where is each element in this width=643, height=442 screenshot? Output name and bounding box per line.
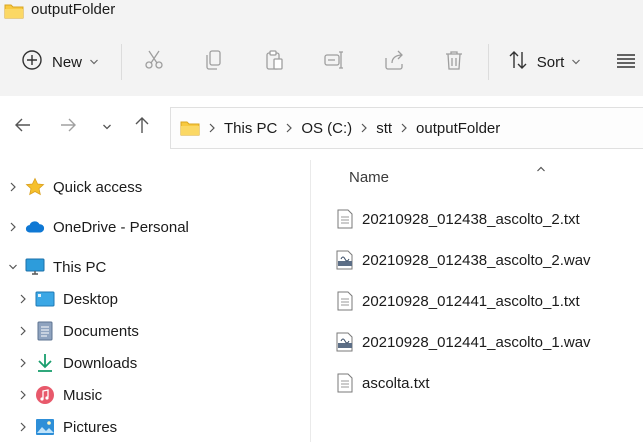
breadcrumb-chevron-icon <box>286 123 293 133</box>
arrow-right-icon <box>59 117 77 138</box>
toolbar-separator <box>488 44 489 80</box>
new-button[interactable]: New <box>14 46 106 78</box>
sidebar-item-onedrive[interactable]: OneDrive - Personal <box>5 213 189 241</box>
file-name: 20210928_012441_ascolto_1.wav <box>362 333 591 351</box>
address-bar[interactable]: This PC OS (C:) stt outputFolder <box>170 107 643 149</box>
sidebar-item-label: Music <box>63 386 103 404</box>
sidebar-item-label: Pictures <box>63 418 118 436</box>
recent-locations-button[interactable] <box>92 112 122 142</box>
star-icon <box>25 177 45 197</box>
view-button[interactable] <box>612 46 640 78</box>
file-item[interactable]: 20210928_012441_ascolto_1.txt <box>335 288 580 314</box>
sidebar-item-label: Documents <box>63 322 139 340</box>
download-icon <box>35 353 55 373</box>
trash-icon <box>443 49 465 76</box>
file-name: 20210928_012441_ascolto_1.txt <box>362 292 580 310</box>
sidebar-item-downloads[interactable]: Downloads <box>15 349 137 377</box>
new-button-label: New <box>51 53 82 71</box>
cloud-icon <box>25 217 45 237</box>
chevron-down-icon <box>571 53 581 71</box>
pictures-icon <box>35 417 55 437</box>
paste-button[interactable] <box>258 46 290 78</box>
forward-button[interactable] <box>53 112 83 142</box>
sidebar-item-pictures[interactable]: Pictures <box>15 413 117 441</box>
breadcrumb-chevron-icon <box>361 123 368 133</box>
chevron-down-icon[interactable] <box>5 263 21 271</box>
sidebar-item-label: This PC <box>53 258 107 276</box>
breadcrumb-stt[interactable]: stt <box>376 120 392 137</box>
list-view-icon <box>615 49 637 76</box>
arrow-left-icon <box>14 117 32 138</box>
title-bar: outputFolder <box>0 0 643 26</box>
file-item[interactable]: 20210928_012438_ascolto_2.wav <box>335 247 591 273</box>
chevron-right-icon[interactable] <box>5 222 21 232</box>
audio-file-icon <box>335 249 355 271</box>
back-button[interactable] <box>8 112 38 142</box>
sort-button-label: Sort <box>536 53 565 71</box>
breadcrumb-drive[interactable]: OS (C:) <box>301 120 352 137</box>
sidebar-item-desktop[interactable]: Desktop <box>15 285 118 313</box>
sidebar-item-documents[interactable]: Documents <box>15 317 139 345</box>
breadcrumb-chevron-icon <box>209 123 215 133</box>
command-bar: New Sort <box>0 26 643 96</box>
chevron-right-icon[interactable] <box>15 358 31 368</box>
sidebar-item-this-pc[interactable]: This PC <box>5 253 106 281</box>
sort-button[interactable]: Sort <box>504 46 584 78</box>
delete-button[interactable] <box>438 46 470 78</box>
navigation-pane: Quick access OneDrive - Personal This PC… <box>0 160 310 442</box>
breadcrumb-chevron-icon <box>401 123 407 133</box>
sidebar-item-label: OneDrive - Personal <box>53 218 189 236</box>
folder-icon <box>180 119 200 137</box>
breadcrumb-output-folder[interactable]: outputFolder <box>416 120 500 137</box>
share-button[interactable] <box>378 46 410 78</box>
sort-icon <box>507 49 529 76</box>
sidebar-item-quick-access[interactable]: Quick access <box>5 173 142 201</box>
file-name: ascolta.txt <box>362 374 430 392</box>
scissors-icon <box>143 49 165 76</box>
chevron-down-icon <box>89 53 99 71</box>
rename-icon <box>323 49 345 76</box>
sidebar-item-label: Quick access <box>53 178 143 196</box>
sidebar-item-label: Desktop <box>63 290 119 308</box>
arrow-up-icon <box>134 116 150 139</box>
folder-icon <box>4 2 24 25</box>
clipboard-icon <box>263 49 285 76</box>
chevron-right-icon[interactable] <box>15 390 31 400</box>
sidebar-item-music[interactable]: Music <box>15 381 102 409</box>
sort-ascending-icon <box>536 160 546 178</box>
rename-button[interactable] <box>318 46 350 78</box>
up-button[interactable] <box>127 112 157 142</box>
file-name: 20210928_012438_ascolto_2.wav <box>362 251 591 269</box>
chevron-right-icon[interactable] <box>15 294 31 304</box>
chevron-down-icon <box>102 118 112 136</box>
copy-button[interactable] <box>198 46 230 78</box>
chevron-right-icon[interactable] <box>15 326 31 336</box>
text-file-icon <box>335 208 355 230</box>
desktop-icon <box>35 289 55 309</box>
text-file-icon <box>335 290 355 312</box>
chevron-right-icon[interactable] <box>5 182 21 192</box>
chevron-right-icon[interactable] <box>15 422 31 432</box>
documents-icon <box>35 321 55 341</box>
copy-icon <box>203 49 225 76</box>
share-icon <box>383 49 405 76</box>
cut-button[interactable] <box>138 46 170 78</box>
monitor-icon <box>25 257 45 277</box>
column-header-name[interactable]: Name <box>349 169 389 186</box>
file-item[interactable]: 20210928_012438_ascolto_2.txt <box>335 206 580 232</box>
file-name: 20210928_012438_ascolto_2.txt <box>362 210 580 228</box>
window-title: outputFolder <box>31 1 116 18</box>
file-item[interactable]: ascolta.txt <box>335 370 430 396</box>
sidebar-item-label: Downloads <box>63 354 138 372</box>
plus-circle-icon <box>21 49 43 76</box>
breadcrumb-this-pc[interactable]: This PC <box>224 120 277 137</box>
audio-file-icon <box>335 331 355 353</box>
file-list: Name 20210928_012438_ascolto_2.txt 20210… <box>311 160 643 442</box>
text-file-icon <box>335 372 355 394</box>
toolbar-separator <box>121 44 122 80</box>
file-item[interactable]: 20210928_012441_ascolto_1.wav <box>335 329 591 355</box>
music-icon <box>35 385 55 405</box>
